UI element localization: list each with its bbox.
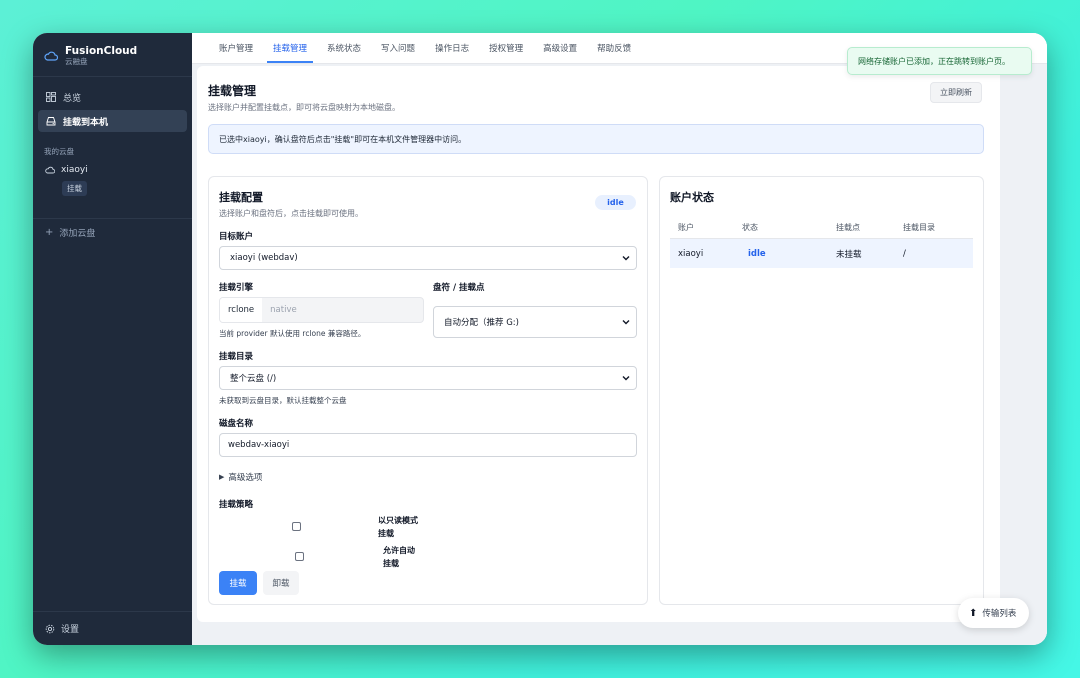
tab-mount[interactable]: 挂载管理 (263, 33, 317, 63)
mount-button[interactable]: 挂载 (219, 571, 257, 595)
sidebar: FusionCloud 云融盘 总览 挂载到本机 我的云盘 xiaoyi 挂载 … (33, 33, 192, 645)
chevron-down-icon (622, 256, 630, 261)
unmount-button[interactable]: 卸载 (263, 571, 299, 595)
tab-license[interactable]: 授权管理 (479, 33, 533, 63)
sidebar-item-label: 总览 (63, 93, 82, 104)
cell-status: idle (748, 248, 766, 259)
dashboard-icon (46, 92, 56, 102)
advanced-options-toggle[interactable]: ▶ 高级选项 (219, 471, 262, 483)
sidebar-item-overview[interactable]: 总览 (38, 86, 187, 108)
readonly-checkbox[interactable] (292, 522, 301, 531)
engine-option-native[interactable]: native (262, 298, 305, 322)
autoload-label-line1: 允许自动 (383, 546, 415, 555)
target-account-select[interactable]: xiaoyi (webdav) (219, 246, 637, 270)
disk-name-input[interactable]: webdav-xiaoyi (219, 433, 637, 457)
disk-name-label: 磁盘名称 (219, 419, 254, 429)
transfer-list-label: 传输列表 (982, 609, 1017, 619)
table-row[interactable]: xiaoyi idle 未挂载 / (670, 239, 973, 268)
engine-hint: 当前 provider 默认使用 rclone 兼容路径。 (219, 329, 366, 338)
readonly-label: 以只读模式 挂载 (378, 514, 418, 540)
cloud-mount-badge: 挂载 (62, 181, 87, 196)
tab-logs[interactable]: 操作日志 (425, 33, 479, 63)
upload-arrow-icon: ⬆ (969, 607, 978, 619)
tab-advanced[interactable]: 高级设置 (533, 33, 587, 63)
chevron-down-icon (622, 376, 630, 381)
sidebar-item-label: 挂载到本机 (63, 117, 109, 128)
autoload-checkbox[interactable] (295, 552, 304, 561)
main-area: 账户管理 挂载管理 系统状态 写入问题 操作日志 授权管理 高级设置 帮助反馈 … (192, 33, 1047, 645)
mount-dir-hint: 未获取到云盘目录，默认挂载整个云盘 (219, 396, 347, 405)
info-banner: 已选中xiaoyi，确认盘符后点击"挂载"即可在本机文件管理器中访问。 (208, 124, 984, 154)
mount-dir-value: 整个云盘 (/) (230, 374, 277, 384)
tab-help[interactable]: 帮助反馈 (587, 33, 641, 63)
tab-system-status[interactable]: 系统状态 (317, 33, 371, 63)
caret-right-icon: ▶ (219, 473, 225, 481)
chevron-down-icon (622, 320, 630, 325)
sidebar-cloud-xiaoyi[interactable]: xiaoyi (33, 161, 192, 179)
drive-label: 盘符 / 挂载点 (433, 283, 485, 293)
status-table-header: 账户 状态 挂载点 挂载目录 (670, 217, 973, 239)
cloud-name: xiaoyi (61, 165, 88, 175)
app-window: FusionCloud 云融盘 总览 挂载到本机 我的云盘 xiaoyi 挂载 … (33, 33, 1047, 645)
drive-icon (46, 116, 56, 126)
column-header: 状态 (742, 223, 758, 232)
readonly-label-line2: 挂载 (378, 529, 394, 538)
column-header: 挂载点 (836, 223, 860, 232)
success-toast: 网络存储账户已添加，正在跳转到账户页。 (847, 47, 1032, 75)
sidebar-item-mount-local[interactable]: 挂载到本机 (38, 110, 187, 132)
column-header: 挂载目录 (903, 223, 935, 232)
brand-title: FusionCloud (65, 44, 138, 57)
readonly-label-line1: 以只读模式 (378, 516, 418, 525)
page-title: 挂载管理 (208, 84, 257, 98)
drive-letter-value: 自动分配（推荐 G:) (444, 318, 519, 328)
target-account-value: xiaoyi (webdav) (230, 253, 298, 263)
cell-mount-point: 未挂载 (836, 249, 862, 260)
mount-dir-select[interactable]: 整个云盘 (/) (219, 366, 637, 390)
engine-option-rclone[interactable]: rclone (220, 298, 263, 322)
target-account-label: 目标账户 (219, 232, 254, 242)
settings-label: 设置 (61, 625, 80, 635)
cell-account: xiaoyi (678, 248, 704, 259)
tab-accounts[interactable]: 账户管理 (209, 33, 263, 63)
brand-subtitle: 云融盘 (65, 56, 88, 66)
add-cloud-button[interactable]: + 添加云盘 (33, 218, 192, 239)
plus-icon: + (45, 227, 54, 238)
mount-config-card: 挂载配置 选择账户和盘符后，点击挂载即可使用。 idle 目标账户 xiaoyi… (208, 176, 648, 605)
mount-panel: 挂载管理 选择账户并配置挂载点，即可将云盘映射为本地磁盘。 立即刷新 已选中xi… (197, 66, 1000, 622)
engine-segmented-control: rclone native (219, 297, 424, 323)
column-header: 账户 (678, 223, 694, 232)
account-status-card: 账户状态 账户 状态 挂载点 挂载目录 xiaoyi idle 未挂载 / (659, 176, 984, 605)
page-description: 选择账户并配置挂载点，即可将云盘映射为本地磁盘。 (208, 103, 400, 112)
add-cloud-label: 添加云盘 (59, 229, 96, 239)
gear-icon (45, 624, 55, 633)
advanced-options-label: 高级选项 (228, 473, 263, 483)
config-subtitle: 选择账户和盘符后，点击挂载即可使用。 (219, 209, 363, 218)
status-title: 账户状态 (670, 191, 714, 204)
status-badge: idle (595, 195, 636, 210)
settings-button[interactable]: 设置 (33, 611, 192, 645)
cell-mount-dir: / (903, 248, 906, 259)
tab-write-issues[interactable]: 写入问题 (371, 33, 425, 63)
autoload-label-line2: 挂载 (383, 559, 399, 568)
mount-dir-label: 挂载目录 (219, 352, 254, 362)
cloud-logo-icon (44, 51, 58, 61)
sidebar-nav: 总览 挂载到本机 (33, 77, 192, 132)
cloud-icon (45, 166, 55, 174)
refresh-button[interactable]: 立即刷新 (930, 82, 982, 103)
engine-label: 挂载引擎 (219, 283, 254, 293)
section-label-my-clouds: 我的云盘 (44, 147, 74, 156)
drive-letter-select[interactable]: 自动分配（推荐 G:) (433, 306, 637, 338)
right-gutter (1003, 64, 1047, 645)
config-title: 挂载配置 (219, 191, 263, 204)
autoload-label: 允许自动 挂载 (383, 544, 415, 570)
transfer-list-button[interactable]: ⬆ 传输列表 (958, 598, 1029, 628)
brand: FusionCloud 云融盘 (33, 33, 192, 77)
strategy-label: 挂载策略 (219, 500, 254, 510)
